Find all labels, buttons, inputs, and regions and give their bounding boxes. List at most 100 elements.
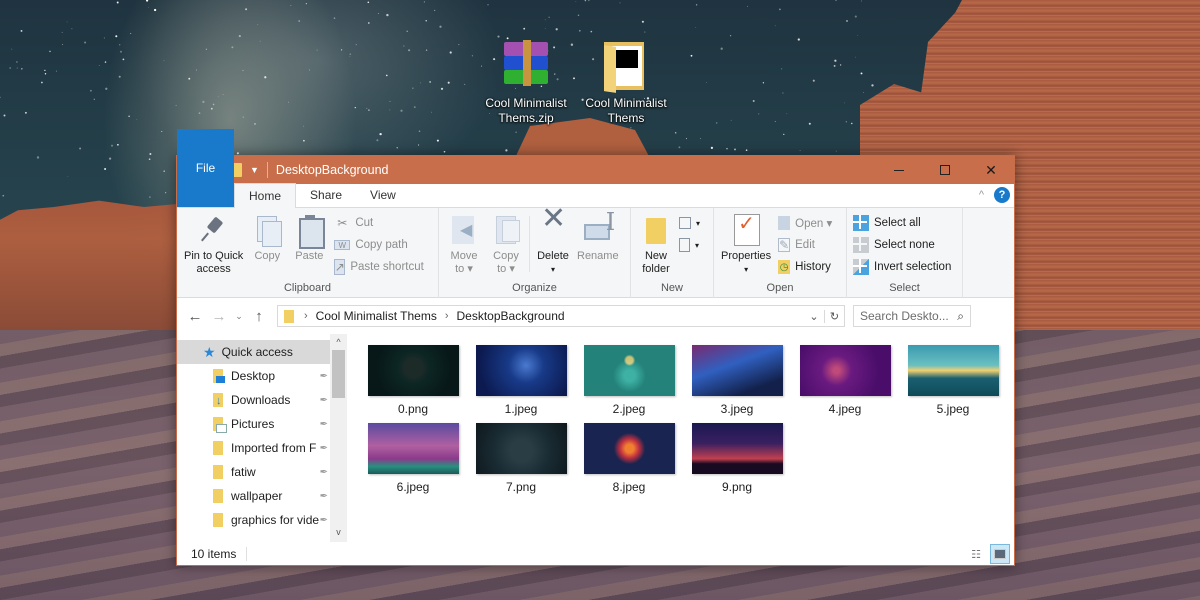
forward-button[interactable]: →: [207, 304, 231, 328]
edit-icon: ✎: [778, 238, 791, 252]
scroll-up-icon[interactable]: ^: [330, 334, 347, 350]
properties-dropdown[interactable]: ▾: [744, 263, 748, 276]
file-item[interactable]: 0.png: [359, 344, 467, 422]
star-dot: [44, 73, 47, 75]
nav-pane-scrollbar[interactable]: ^ v: [330, 334, 347, 542]
search-box[interactable]: Search Deskto... ⌕: [853, 305, 971, 327]
refresh-button[interactable]: ↻: [824, 309, 844, 323]
nav-item-graphics[interactable]: graphics for vide ✒: [177, 508, 330, 532]
easy-access-button[interactable]: ▾: [679, 236, 700, 254]
breadcrumb-separator[interactable]: ›: [304, 310, 308, 322]
star-dot: [0, 96, 1, 99]
up-arrow-icon: ↑: [255, 307, 263, 325]
tab-view[interactable]: View: [356, 183, 410, 207]
delete-dropdown[interactable]: ▾: [551, 263, 555, 276]
paste-shortcut-icon: ↗: [334, 259, 346, 275]
star-dot: [379, 132, 382, 136]
breadcrumb-item-current[interactable]: DesktopBackground: [457, 309, 565, 323]
breadcrumb-separator[interactable]: ›: [445, 310, 449, 322]
file-item[interactable]: 4.jpeg: [791, 344, 899, 422]
maximize-button[interactable]: [922, 156, 968, 184]
tab-home[interactable]: Home: [234, 183, 297, 208]
star-dot: [202, 100, 205, 104]
star-dot: [288, 101, 289, 103]
tab-file[interactable]: File: [177, 129, 234, 207]
nav-item-downloads[interactable]: Downloads ✒: [177, 388, 330, 412]
scissors-icon: ✂: [337, 216, 348, 230]
tab-share[interactable]: Share: [296, 183, 356, 207]
breadcrumb-item[interactable]: Cool Minimalist Thems: [316, 309, 437, 323]
star-dot: [584, 0, 587, 2]
file-name: 5.jpeg: [936, 402, 970, 416]
star-dot: [758, 113, 760, 115]
star-dot: [747, 5, 749, 7]
invert-selection-button[interactable]: Invert selection: [853, 258, 951, 276]
nav-item-desktop[interactable]: Desktop ✒: [177, 364, 330, 388]
star-dot: [745, 149, 748, 152]
minimize-button[interactable]: [876, 156, 922, 184]
pin-label-line2: access: [196, 263, 231, 275]
pin-icon[interactable]: ✒: [320, 491, 328, 502]
paste-shortcut-button[interactable]: ↗ Paste shortcut: [334, 258, 424, 276]
pin-icon[interactable]: ✒: [320, 515, 328, 526]
delete-label: Delete: [537, 250, 569, 262]
cut-button[interactable]: ✂ Cut: [334, 214, 424, 232]
file-item[interactable]: 9.png: [683, 422, 791, 500]
scroll-down-icon[interactable]: v: [330, 524, 347, 540]
title-bar[interactable]: ▼ DesktopBackground ✕: [177, 156, 1014, 184]
pin-icon[interactable]: ✒: [320, 395, 328, 406]
star-dot: [16, 61, 18, 63]
large-icons-view-button[interactable]: [990, 544, 1010, 564]
star-dot: [431, 111, 432, 113]
paste-label: Paste: [295, 250, 324, 262]
group-label-organize: Organize: [512, 282, 557, 294]
star-dot: [861, 0, 862, 2]
file-item[interactable]: 1.jpeg: [467, 344, 575, 422]
file-item[interactable]: 7.png: [467, 422, 575, 500]
new-item-button[interactable]: ▾: [679, 214, 700, 232]
nav-item-pictures[interactable]: Pictures ✒: [177, 412, 330, 436]
up-button[interactable]: ↑: [247, 304, 271, 328]
desktop-icon-zip[interactable]: Cool Minimalist Thems.zip: [476, 36, 576, 126]
file-item[interactable]: 3.jpeg: [683, 344, 791, 422]
pin-icon[interactable]: ✒: [320, 467, 328, 478]
desktop-icon-folder[interactable]: Cool Minimalist Thems: [576, 36, 676, 126]
nav-item-imported[interactable]: Imported from F ✒: [177, 436, 330, 460]
star-dot: [117, 143, 119, 146]
move-to-icon: [448, 214, 480, 246]
nav-item-quick-access[interactable]: ★ Quick access: [177, 340, 330, 364]
star-dot: [188, 77, 191, 80]
file-item[interactable]: 6.jpeg: [359, 422, 467, 500]
history-button[interactable]: ◷ History: [778, 258, 832, 276]
copy-path-button[interactable]: W Copy path: [334, 236, 424, 254]
folder-icon: [213, 513, 223, 527]
nav-item-fatiw[interactable]: fatiw ✒: [177, 460, 330, 484]
details-view-button[interactable]: ☷: [966, 544, 986, 564]
search-input[interactable]: Search Deskto...: [860, 309, 949, 323]
pin-icon[interactable]: ✒: [320, 419, 328, 430]
edit-button[interactable]: ✎ Edit: [778, 236, 832, 254]
pin-icon[interactable]: ✒: [320, 371, 328, 382]
close-button[interactable]: ✕: [968, 156, 1014, 184]
scrollbar-thumb[interactable]: [332, 350, 345, 398]
nav-item-wallpaper[interactable]: wallpaper ✒: [177, 484, 330, 508]
file-item[interactable]: 2.jpeg: [575, 344, 683, 422]
collapse-ribbon-icon[interactable]: ^: [979, 189, 984, 201]
address-bar[interactable]: › Cool Minimalist Thems › DesktopBackgro…: [277, 305, 845, 327]
recent-locations-button[interactable]: ⌄: [231, 304, 247, 328]
star-dot: [833, 64, 836, 67]
back-button[interactable]: ←: [183, 304, 207, 328]
star-dot: [20, 29, 23, 32]
file-item[interactable]: 8.jpeg: [575, 422, 683, 500]
customize-quick-access-dropdown[interactable]: ▼: [250, 165, 259, 175]
star-dot: [368, 109, 370, 111]
select-none-button[interactable]: Select none: [853, 236, 951, 254]
select-all-button[interactable]: Select all: [853, 214, 951, 232]
star-dot: [118, 75, 121, 78]
file-item[interactable]: 5.jpeg: [899, 344, 1007, 422]
star-dot: [242, 116, 244, 118]
pin-icon[interactable]: ✒: [320, 443, 328, 454]
open-button[interactable]: Open ▾: [778, 214, 832, 232]
help-icon[interactable]: ?: [994, 187, 1010, 203]
address-dropdown-button[interactable]: ⌄: [804, 310, 824, 323]
